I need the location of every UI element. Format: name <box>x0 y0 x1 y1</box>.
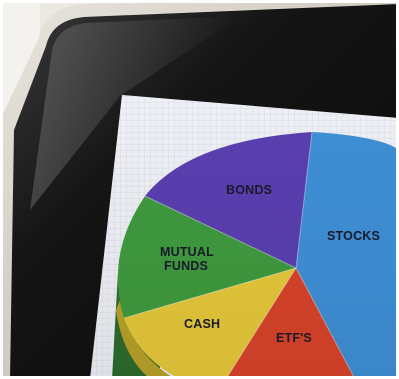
pie-label-bonds: BONDS <box>226 183 272 197</box>
pie-label-etfs: ETF'S <box>276 331 312 345</box>
pie-chart: BONDS STOCKS MUTUAL FUNDS CASH ETF'S <box>90 95 399 379</box>
photo-canvas: BONDS STOCKS MUTUAL FUNDS CASH ETF'S <box>0 0 399 379</box>
pie-label-stocks: STOCKS <box>327 229 380 243</box>
pie-label-mutual-line1: MUTUAL <box>160 245 214 259</box>
stock-photo-scene: BONDS STOCKS MUTUAL FUNDS CASH ETF'S <box>0 0 399 379</box>
pie-label-mutual-line2: FUNDS <box>164 259 208 273</box>
pie-label-cash: CASH <box>184 317 220 331</box>
